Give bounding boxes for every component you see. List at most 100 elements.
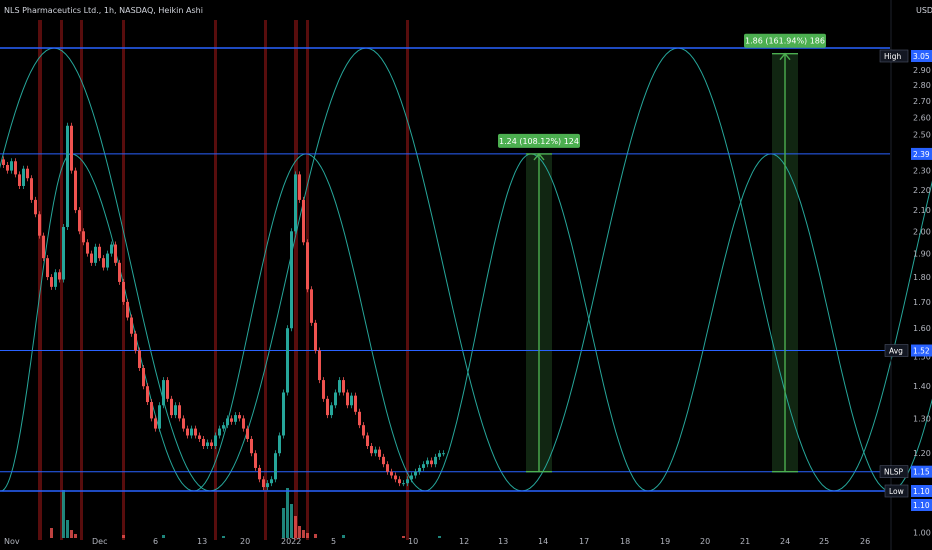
candle-body xyxy=(226,418,229,426)
candle-body xyxy=(286,328,289,393)
candle-body xyxy=(126,301,129,318)
candle-body xyxy=(314,322,317,351)
volume-bar xyxy=(342,535,345,538)
candle-body xyxy=(150,402,153,419)
candle-body xyxy=(382,456,385,465)
candle-body xyxy=(414,471,417,476)
volume-bar xyxy=(402,536,405,538)
candle-body xyxy=(406,479,409,484)
candle-body xyxy=(106,253,109,268)
candle-body xyxy=(254,453,257,468)
time-tick-label: 20 xyxy=(240,537,250,546)
candle-body xyxy=(186,428,189,436)
time-tick-label: 14 xyxy=(538,537,548,546)
price-tick-label: 1.60 xyxy=(913,324,931,333)
candle-body xyxy=(18,174,21,186)
candle-body xyxy=(210,442,213,447)
candle-body xyxy=(338,380,341,393)
volume-bars xyxy=(50,488,441,538)
candle-body xyxy=(66,125,69,227)
candle-body xyxy=(426,460,429,465)
candle-body xyxy=(290,231,293,329)
candle-body xyxy=(434,456,437,465)
candle-body xyxy=(166,380,169,399)
volume-bar xyxy=(70,530,73,538)
candle-body xyxy=(54,272,57,287)
candle-body xyxy=(390,471,393,476)
candle-body xyxy=(326,398,329,416)
candle-body xyxy=(170,398,173,416)
currency-label: USD xyxy=(916,6,932,15)
time-axis[interactable]: Nov Dec 6 13 20 2022 5 10 12 13 14 17 18 19 20 21 24 25 26 xyxy=(4,537,870,546)
price-tick-label: 2.90 xyxy=(913,66,931,75)
price-axis[interactable]: 1.001.101.201.301.401.501.601.701.801.90… xyxy=(879,0,932,550)
candle-body xyxy=(110,244,113,254)
candle-body xyxy=(310,289,313,323)
candle-body xyxy=(98,246,101,259)
candle-body xyxy=(198,435,201,439)
time-tick-label: 10 xyxy=(408,537,418,546)
candle-body xyxy=(234,415,237,422)
time-tick-label: 13 xyxy=(197,537,207,546)
volume-bar xyxy=(438,536,441,538)
candle-body xyxy=(94,246,97,263)
candle-body xyxy=(438,453,441,457)
volume-bar xyxy=(290,504,293,538)
candle-body xyxy=(298,174,301,200)
price-tick-label: 1.90 xyxy=(913,250,931,259)
time-tick-label: 17 xyxy=(579,537,589,546)
candle-body xyxy=(358,411,361,426)
candle-body xyxy=(246,428,249,439)
candle-body xyxy=(418,467,421,472)
volume-bar xyxy=(302,530,305,538)
candle-body xyxy=(422,464,425,468)
candle-body xyxy=(366,435,369,447)
volume-bar xyxy=(306,533,309,538)
candle-body xyxy=(266,483,269,488)
candle-body xyxy=(214,435,217,447)
price-tick-label: 2.20 xyxy=(913,186,931,195)
candle-body xyxy=(158,405,161,429)
level-name-label: High xyxy=(884,52,901,61)
candle-body xyxy=(50,277,53,287)
volume-bar xyxy=(294,516,297,538)
price-tick-label: 1.30 xyxy=(913,414,931,423)
session-band xyxy=(294,20,298,540)
session-bands xyxy=(38,20,409,540)
measure-label: 1.86 (161.94%) 186 xyxy=(745,37,825,46)
price-tag-label: 2.39 xyxy=(913,150,930,159)
candle-body xyxy=(10,161,13,171)
volume-bar xyxy=(162,535,165,538)
time-tick-label: 25 xyxy=(819,537,829,546)
candle-body xyxy=(402,483,405,485)
candle-body xyxy=(194,428,197,436)
candle-body xyxy=(270,479,273,484)
candle-body xyxy=(206,442,209,447)
time-tick-label: 5 xyxy=(331,537,336,546)
candle-body xyxy=(322,380,325,399)
level-name-label: NLSP xyxy=(884,468,904,477)
price-tick-label: 2.50 xyxy=(913,130,931,139)
candle-body xyxy=(86,242,89,254)
candle-body xyxy=(34,199,37,215)
candle-body xyxy=(218,428,221,436)
volume-bar xyxy=(62,490,65,538)
candle-body xyxy=(6,164,9,171)
candle-body xyxy=(70,125,73,171)
candle-body xyxy=(398,479,401,484)
candle-body xyxy=(14,161,17,175)
session-band xyxy=(60,20,63,540)
price-tick-label: 2.00 xyxy=(913,227,931,236)
volume-bar xyxy=(314,534,317,538)
candle-body xyxy=(74,170,77,211)
level-name-label: Low xyxy=(889,487,904,496)
candle-body xyxy=(330,405,333,416)
candle-body xyxy=(318,350,321,381)
level-name-label: Avg xyxy=(889,347,903,356)
time-tick-label: 20 xyxy=(700,537,710,546)
time-tick-label: Nov xyxy=(4,537,20,546)
price-tick-label: 2.30 xyxy=(913,167,931,176)
candle-body xyxy=(258,467,261,480)
candle-body xyxy=(138,350,141,369)
candle-body xyxy=(410,475,413,480)
